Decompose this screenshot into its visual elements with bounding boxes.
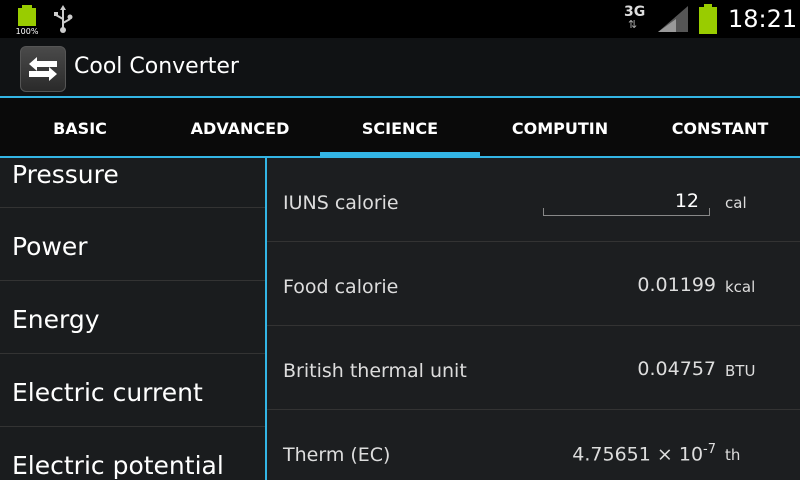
usb-icon: [54, 5, 73, 33]
category-label: Pressure: [12, 160, 119, 189]
category-item-electric-current[interactable]: Electric current: [0, 354, 265, 427]
value-mantissa: 4.75651 × 10: [572, 443, 704, 466]
unit-name: IUNS calorie: [283, 192, 399, 214]
action-bar: Cool Converter: [0, 38, 800, 96]
category-item-power[interactable]: Power: [0, 208, 265, 281]
tab-basic[interactable]: BASIC: [0, 98, 160, 158]
unit-row-therm-ec[interactable]: Therm (EC) 4.75651 × 10-7 th: [267, 410, 800, 480]
category-label: Energy: [12, 305, 100, 334]
unit-value: 0.04757: [637, 358, 716, 380]
tab-computin[interactable]: COMPUTIN: [480, 98, 640, 158]
unit-name: Food calorie: [283, 276, 399, 298]
unit-symbol: cal: [725, 194, 747, 212]
clock: 18:21: [728, 5, 798, 33]
unit-list[interactable]: IUNS calorie cal Food calorie 0.01199 kc…: [267, 158, 800, 480]
category-label: Electric potential: [12, 451, 224, 480]
value-exponent: -7: [703, 442, 716, 457]
unit-row-british-thermal-unit[interactable]: British thermal unit 0.04757 BTU: [267, 326, 800, 410]
swap-arrows-icon[interactable]: [20, 46, 66, 92]
category-item-pressure[interactable]: Pressure: [0, 158, 265, 208]
unit-value: 4.75651 × 10-7: [572, 442, 716, 465]
app-title: Cool Converter: [74, 54, 239, 79]
input-edge: [709, 208, 710, 216]
unit-symbol: th: [725, 446, 741, 464]
unit-name: British thermal unit: [283, 360, 467, 382]
category-list[interactable]: Pressure Power Energy Electric current E…: [0, 158, 265, 480]
tab-constant[interactable]: CONSTANT: [640, 98, 800, 158]
tab-bar: BASIC ADVANCED SCIENCE COMPUTIN CONSTANT: [0, 96, 800, 158]
tab-science[interactable]: SCIENCE: [320, 98, 480, 158]
battery-icon: 100%: [16, 5, 39, 35]
category-label: Power: [12, 232, 88, 261]
tab-advanced[interactable]: ADVANCED: [160, 98, 320, 158]
input-edge: [543, 208, 544, 216]
battery-percent: 100%: [16, 27, 39, 35]
status-bar: 100% 3G ⇅ 18:21: [0, 0, 800, 38]
unit-symbol: BTU: [725, 362, 756, 380]
unit-symbol: kcal: [725, 278, 756, 296]
unit-name: Therm (EC): [283, 444, 391, 466]
category-item-electric-potential[interactable]: Electric potential: [0, 427, 265, 480]
unit-row-food-calorie[interactable]: Food calorie 0.01199 kcal: [267, 242, 800, 326]
battery-full-icon: [699, 4, 717, 34]
category-item-energy[interactable]: Energy: [0, 281, 265, 354]
unit-row-iuns-calorie[interactable]: IUNS calorie cal: [267, 158, 800, 242]
unit-value: 0.01199: [637, 274, 716, 296]
category-label: Electric current: [12, 378, 203, 407]
unit-value-input[interactable]: [543, 186, 709, 216]
signal-icon: [658, 6, 688, 32]
data-arrows-icon: ⇅: [628, 18, 638, 31]
